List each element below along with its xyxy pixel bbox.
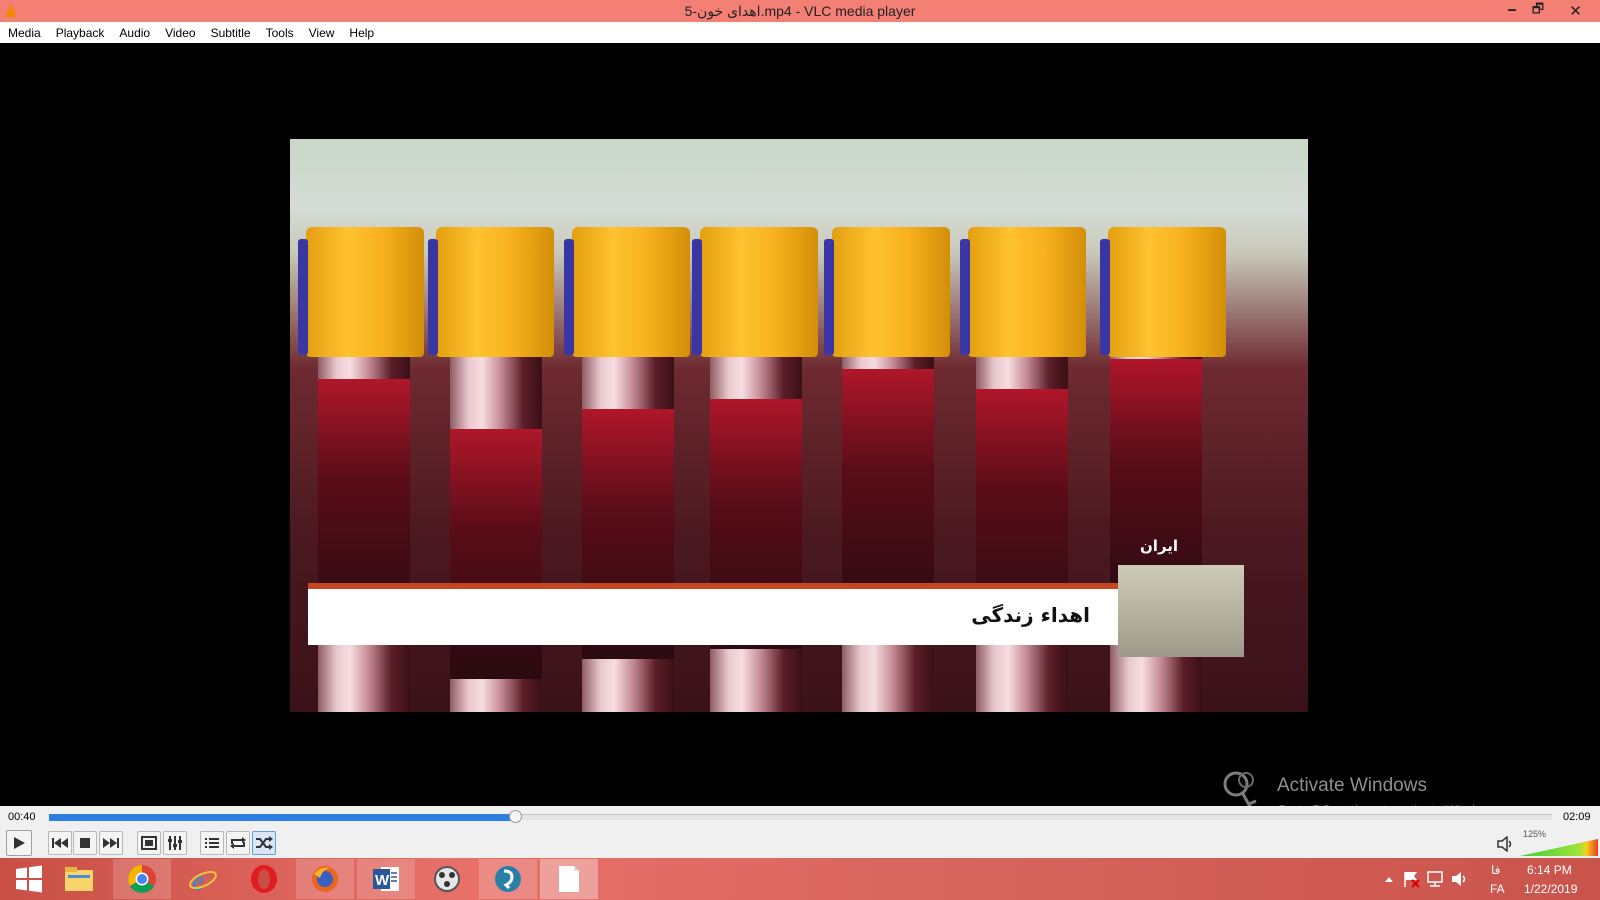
- seek-row: 00:40 02:09: [0, 806, 1600, 828]
- next-button[interactable]: [99, 831, 123, 855]
- restore-button[interactable]: 🗗: [1525, 0, 1551, 22]
- title-bar: 5-اهدای خون.mp4 - VLC media player 🗕 🗗 ✕: [0, 0, 1600, 22]
- menu-help[interactable]: Help: [341, 26, 381, 40]
- window-title: 5-اهدای خون.mp4 - VLC media player: [684, 3, 916, 19]
- taskbar-messenger[interactable]: [479, 859, 537, 899]
- network-icon[interactable]: [1426, 870, 1444, 888]
- firefox-icon: [312, 866, 338, 892]
- menu-media[interactable]: Media: [0, 26, 48, 40]
- taskbar-opera[interactable]: [235, 859, 293, 899]
- tube-cap: [428, 227, 554, 357]
- playlist-icon: [205, 838, 219, 848]
- tube-cap: [298, 227, 424, 357]
- loop-button[interactable]: [226, 831, 250, 855]
- taskbar-file-explorer[interactable]: [50, 859, 108, 899]
- taskbar-internet-explorer[interactable]: e: [174, 859, 232, 899]
- word-icon: W: [373, 867, 399, 891]
- input-language-primary[interactable]: فا: [1491, 863, 1500, 877]
- shuffle-icon: [256, 836, 273, 850]
- elapsed-time: 00:40: [8, 811, 36, 823]
- menu-bar: Media Playback Audio Video Subtitle Tool…: [0, 22, 1600, 43]
- minimize-button[interactable]: 🗕: [1499, 0, 1525, 22]
- extended-settings-button[interactable]: [163, 831, 187, 855]
- next-icon: [103, 838, 119, 848]
- chrome-icon: [128, 865, 156, 893]
- input-language-secondary[interactable]: FA: [1490, 882, 1505, 896]
- tube-rack: [1118, 565, 1244, 657]
- internet-explorer-icon: e: [189, 866, 217, 894]
- watermark-title: Activate Windows: [1277, 775, 1427, 796]
- shuffle-button[interactable]: [252, 831, 276, 855]
- file-explorer-icon: [65, 867, 93, 891]
- taskbar-firefox[interactable]: [296, 859, 354, 899]
- previous-icon: [52, 838, 68, 848]
- tray-overflow-icon[interactable]: [1384, 875, 1394, 883]
- messenger-icon: [495, 866, 521, 892]
- close-button[interactable]: ✕: [1551, 0, 1600, 22]
- menu-video[interactable]: Video: [157, 26, 202, 40]
- seek-progress: [49, 814, 515, 821]
- clock-date[interactable]: 1/22/2019: [1524, 882, 1577, 896]
- svg-text:W: W: [375, 872, 390, 889]
- media-player-icon: [434, 866, 460, 892]
- tube-cap: [824, 227, 950, 357]
- taskbar: e W فا FA 6:14 PM 1/22/2019: [0, 858, 1600, 900]
- taskbar-word[interactable]: W: [357, 859, 415, 899]
- fullscreen-button[interactable]: [137, 831, 161, 855]
- seek-bar[interactable]: [49, 810, 1552, 823]
- seek-handle[interactable]: [508, 810, 522, 823]
- tube-cap: [1100, 227, 1226, 357]
- play-icon: [14, 837, 25, 849]
- taskbar-media-player[interactable]: [418, 859, 476, 899]
- menu-view[interactable]: View: [301, 26, 342, 40]
- menu-subtitle[interactable]: Subtitle: [203, 26, 258, 40]
- start-icon: [16, 865, 42, 893]
- action-center-flag-icon[interactable]: [1402, 870, 1420, 888]
- clock-time[interactable]: 6:14 PM: [1527, 863, 1572, 877]
- tube-cap: [692, 227, 818, 357]
- taskbar-notepad[interactable]: [540, 859, 598, 899]
- playlist-button[interactable]: [200, 831, 224, 855]
- volume-percent: 125%: [1523, 829, 1547, 839]
- fullscreen-icon: [141, 836, 157, 850]
- control-bar: 125%: [0, 828, 1600, 858]
- video-frame[interactable]: اهداء زندگی ایران: [290, 139, 1308, 712]
- speaker-icon[interactable]: [1451, 870, 1469, 888]
- tube-cap: [564, 227, 690, 357]
- notepad-icon: [559, 866, 579, 892]
- play-button[interactable]: [6, 830, 32, 856]
- extended-settings-icon: [168, 836, 182, 850]
- channel-logo: ایران: [1140, 537, 1179, 555]
- video-area[interactable]: اهداء زندگی ایران: [0, 43, 1600, 806]
- taskbar-chrome[interactable]: [113, 859, 171, 899]
- total-time: 02:09: [1563, 811, 1591, 823]
- video-caption: اهداء زندگی: [971, 603, 1090, 627]
- opera-icon: [251, 865, 277, 893]
- menu-tools[interactable]: Tools: [258, 26, 301, 40]
- volume-slider[interactable]: [1520, 839, 1598, 856]
- tube-cap: [960, 227, 1086, 357]
- caption-strip: اهداء زندگی: [308, 583, 1118, 645]
- previous-button[interactable]: [48, 831, 72, 855]
- stop-icon: [80, 838, 90, 848]
- volume-icon[interactable]: [1497, 836, 1515, 852]
- menu-playback[interactable]: Playback: [48, 26, 112, 40]
- stop-button[interactable]: [73, 831, 97, 855]
- loop-icon: [230, 837, 246, 849]
- menu-audio[interactable]: Audio: [111, 26, 157, 40]
